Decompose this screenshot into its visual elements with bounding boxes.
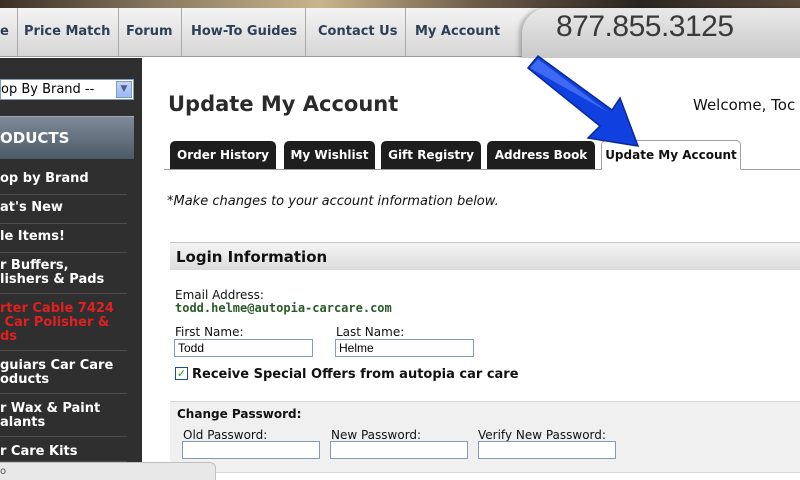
verify-password-label: Verify New Password: — [478, 428, 606, 442]
sidebar-item-porter-cable[interactable]: rter Cable 7424 Car Polisher & ds — [0, 302, 127, 351]
nav-item-my-account[interactable]: My Account — [407, 8, 508, 56]
tab-order-history[interactable]: Order History — [170, 141, 276, 169]
sidebar-item-care-kits[interactable]: r Care Kits — [0, 445, 127, 462]
new-password-field[interactable] — [330, 441, 468, 459]
last-name-field[interactable] — [335, 339, 474, 357]
welcome-message: Welcome, Toc — [693, 96, 796, 114]
instructions-text: *Make changes to your account informatio… — [167, 194, 499, 209]
pointer-arrow-icon — [526, 54, 640, 147]
sidebar-item-shop-by-brand[interactable]: op by Brand — [0, 172, 127, 195]
change-password-title: Change Password: — [177, 407, 302, 421]
sidebar-item-wax-sealants[interactable]: r Wax & Paint alants — [0, 402, 127, 437]
sidebar-item-sale-items[interactable]: le Items! — [0, 230, 127, 253]
header-banner-strip — [0, 0, 800, 8]
nav-item-price-match[interactable]: Price Match — [16, 8, 120, 56]
sidebar-item-meguiars[interactable]: guiars Car Care oducts — [0, 359, 127, 394]
email-label: Email Address: — [175, 288, 264, 302]
sidebar-item-whats-new[interactable]: at's New — [0, 201, 127, 224]
nav-item-contact-us[interactable]: Contact Us — [310, 8, 407, 56]
phone-number: 877.855.3125 — [556, 10, 734, 43]
old-password-field[interactable] — [182, 441, 320, 459]
special-offers-label: Receive Special Offers from autopia car … — [192, 367, 519, 382]
verify-password-field[interactable] — [478, 441, 616, 459]
shop-by-brand-select[interactable]: op By Brand -- ▼ — [0, 79, 134, 100]
status-text: o — [0, 466, 7, 477]
nav-item-how-to-guides[interactable]: How-To Guides — [183, 8, 307, 56]
checkmark-icon: ✓ — [176, 367, 187, 380]
products-header: ODUCTS — [0, 116, 134, 159]
old-password-label: Old Password: — [183, 428, 268, 442]
dropdown-arrow-icon[interactable]: ▼ — [116, 81, 132, 98]
tab-my-wishlist[interactable]: My Wishlist — [284, 141, 375, 169]
page-title: Update My Account — [168, 92, 399, 116]
sidebar-item-buffers-polishers[interactable]: r Buffers, lishers & Pads — [0, 259, 127, 294]
special-offers-checkbox[interactable]: ✓ — [175, 367, 188, 380]
new-password-label: New Password: — [331, 428, 422, 442]
nav-item-forum[interactable]: Forum — [118, 8, 182, 56]
tab-gift-registry[interactable]: Gift Registry — [381, 141, 481, 169]
first-name-field[interactable] — [174, 339, 313, 357]
browser-status-bar: o — [0, 462, 216, 480]
last-name-label: Last Name: — [336, 325, 405, 339]
login-info-header: Login Information — [170, 242, 800, 270]
first-name-label: First Name: — [175, 325, 244, 339]
email-value: todd.helme@autopia-carcare.com — [175, 301, 392, 315]
brand-select-value: op By Brand -- — [1, 82, 95, 97]
